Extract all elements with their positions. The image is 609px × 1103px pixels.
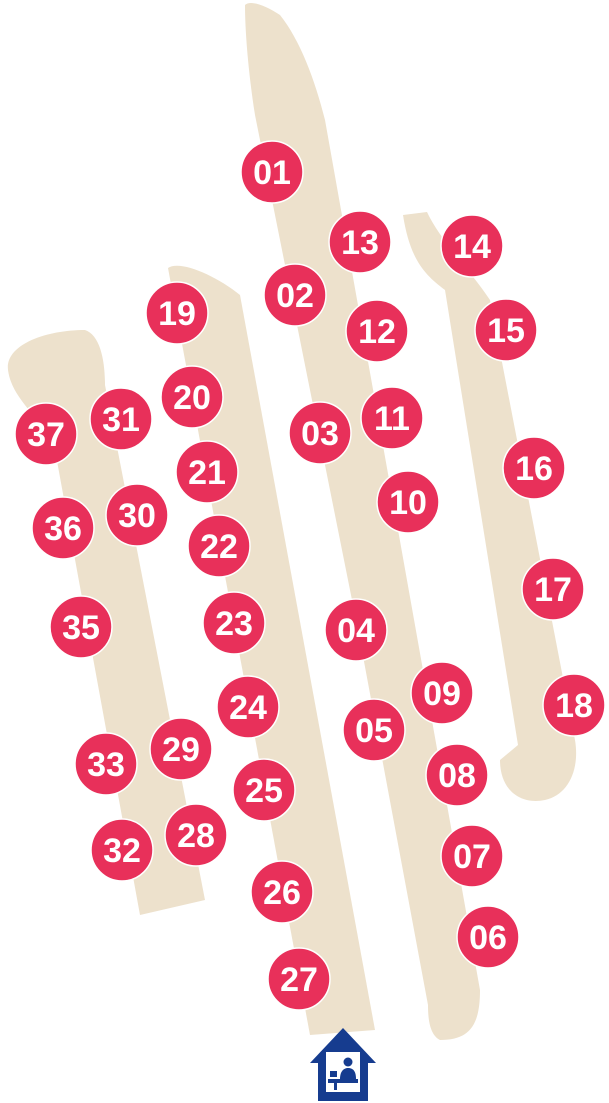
spot-label: 35 (62, 609, 100, 647)
spot-label: 25 (245, 772, 283, 810)
spot-label: 24 (229, 689, 267, 727)
spot-marker-10[interactable]: 10 (376, 470, 440, 534)
spot-marker-29[interactable]: 29 (149, 717, 213, 781)
spot-marker-16[interactable]: 16 (502, 436, 566, 500)
spot-marker-17[interactable]: 17 (521, 557, 585, 621)
spot-label: 03 (301, 415, 339, 453)
spot-marker-30[interactable]: 30 (105, 483, 169, 547)
spot-label: 07 (453, 838, 491, 876)
spot-marker-28[interactable]: 28 (164, 803, 228, 867)
spot-marker-04[interactable]: 04 (324, 598, 388, 662)
spot-marker-32[interactable]: 32 (90, 818, 154, 882)
spot-label: 16 (515, 450, 553, 488)
spot-label: 19 (158, 295, 196, 333)
reception-booth-icon[interactable] (310, 1028, 376, 1101)
spot-marker-07[interactable]: 07 (440, 824, 504, 888)
spot-marker-35[interactable]: 35 (49, 595, 113, 659)
spot-label: 08 (438, 757, 476, 795)
spot-label: 05 (355, 712, 393, 750)
spot-marker-26[interactable]: 26 (250, 860, 314, 924)
spot-label: 31 (102, 401, 140, 439)
spot-label: 26 (263, 874, 301, 912)
spot-marker-09[interactable]: 09 (410, 661, 474, 725)
spot-marker-14[interactable]: 14 (440, 214, 504, 278)
spot-marker-05[interactable]: 05 (342, 698, 406, 762)
spot-marker-02[interactable]: 02 (263, 263, 327, 327)
spot-marker-31[interactable]: 31 (89, 387, 153, 451)
spot-marker-06[interactable]: 06 (456, 905, 520, 969)
spot-marker-12[interactable]: 12 (345, 299, 409, 363)
spot-label: 37 (27, 416, 65, 454)
spot-label: 27 (280, 961, 318, 999)
spot-label: 33 (87, 746, 125, 784)
spot-label: 15 (487, 312, 525, 350)
spot-label: 02 (276, 277, 314, 315)
spot-marker-24[interactable]: 24 (216, 675, 280, 739)
reception-counter (328, 1079, 358, 1083)
reception-counter-leg (334, 1083, 337, 1090)
spot-marker-15[interactable]: 15 (474, 298, 538, 362)
spot-label: 06 (469, 919, 507, 957)
spot-marker-01[interactable]: 01 (240, 140, 304, 204)
spot-marker-23[interactable]: 23 (202, 591, 266, 655)
spot-label: 30 (118, 497, 156, 535)
spot-label: 09 (423, 675, 461, 713)
spot-map: 01 02 03 04 05 06 07 08 09 10 11 12 13 14 15 16 17 18 19 20… (7, 3, 606, 1101)
spot-marker-19[interactable]: 19 (145, 281, 209, 345)
spot-marker-08[interactable]: 08 (425, 743, 489, 807)
spot-label: 04 (337, 612, 375, 650)
spot-label: 17 (534, 571, 572, 609)
spot-marker-18[interactable]: 18 (542, 673, 606, 737)
spot-label: 12 (358, 313, 396, 351)
spot-label: 01 (253, 154, 291, 192)
spot-marker-25[interactable]: 25 (232, 758, 296, 822)
spot-label: 14 (453, 228, 491, 266)
spot-label: 29 (162, 731, 200, 769)
spot-marker-22[interactable]: 22 (187, 514, 251, 578)
reception-person-head (343, 1057, 353, 1067)
spot-label: 32 (103, 832, 141, 870)
spot-label: 13 (341, 224, 379, 262)
spot-label: 10 (389, 484, 427, 522)
spot-marker-37[interactable]: 37 (14, 402, 78, 466)
spot-label: 28 (177, 817, 215, 855)
reception-sign (330, 1071, 337, 1077)
spot-label: 23 (215, 605, 253, 643)
spot-marker-33[interactable]: 33 (74, 732, 138, 796)
spot-marker-27[interactable]: 27 (267, 947, 331, 1011)
spot-marker-21[interactable]: 21 (175, 440, 239, 504)
spot-label: 18 (555, 687, 593, 725)
spot-label: 11 (374, 400, 410, 438)
spot-marker-03[interactable]: 03 (288, 401, 352, 465)
spot-marker-13[interactable]: 13 (328, 210, 392, 274)
spot-label: 36 (44, 510, 82, 548)
spot-marker-36[interactable]: 36 (31, 496, 95, 560)
spot-label: 22 (200, 528, 238, 566)
spot-label: 21 (188, 454, 226, 492)
spot-marker-20[interactable]: 20 (160, 365, 224, 429)
spot-marker-11[interactable]: 11 (360, 386, 424, 450)
spot-label: 20 (173, 379, 211, 417)
